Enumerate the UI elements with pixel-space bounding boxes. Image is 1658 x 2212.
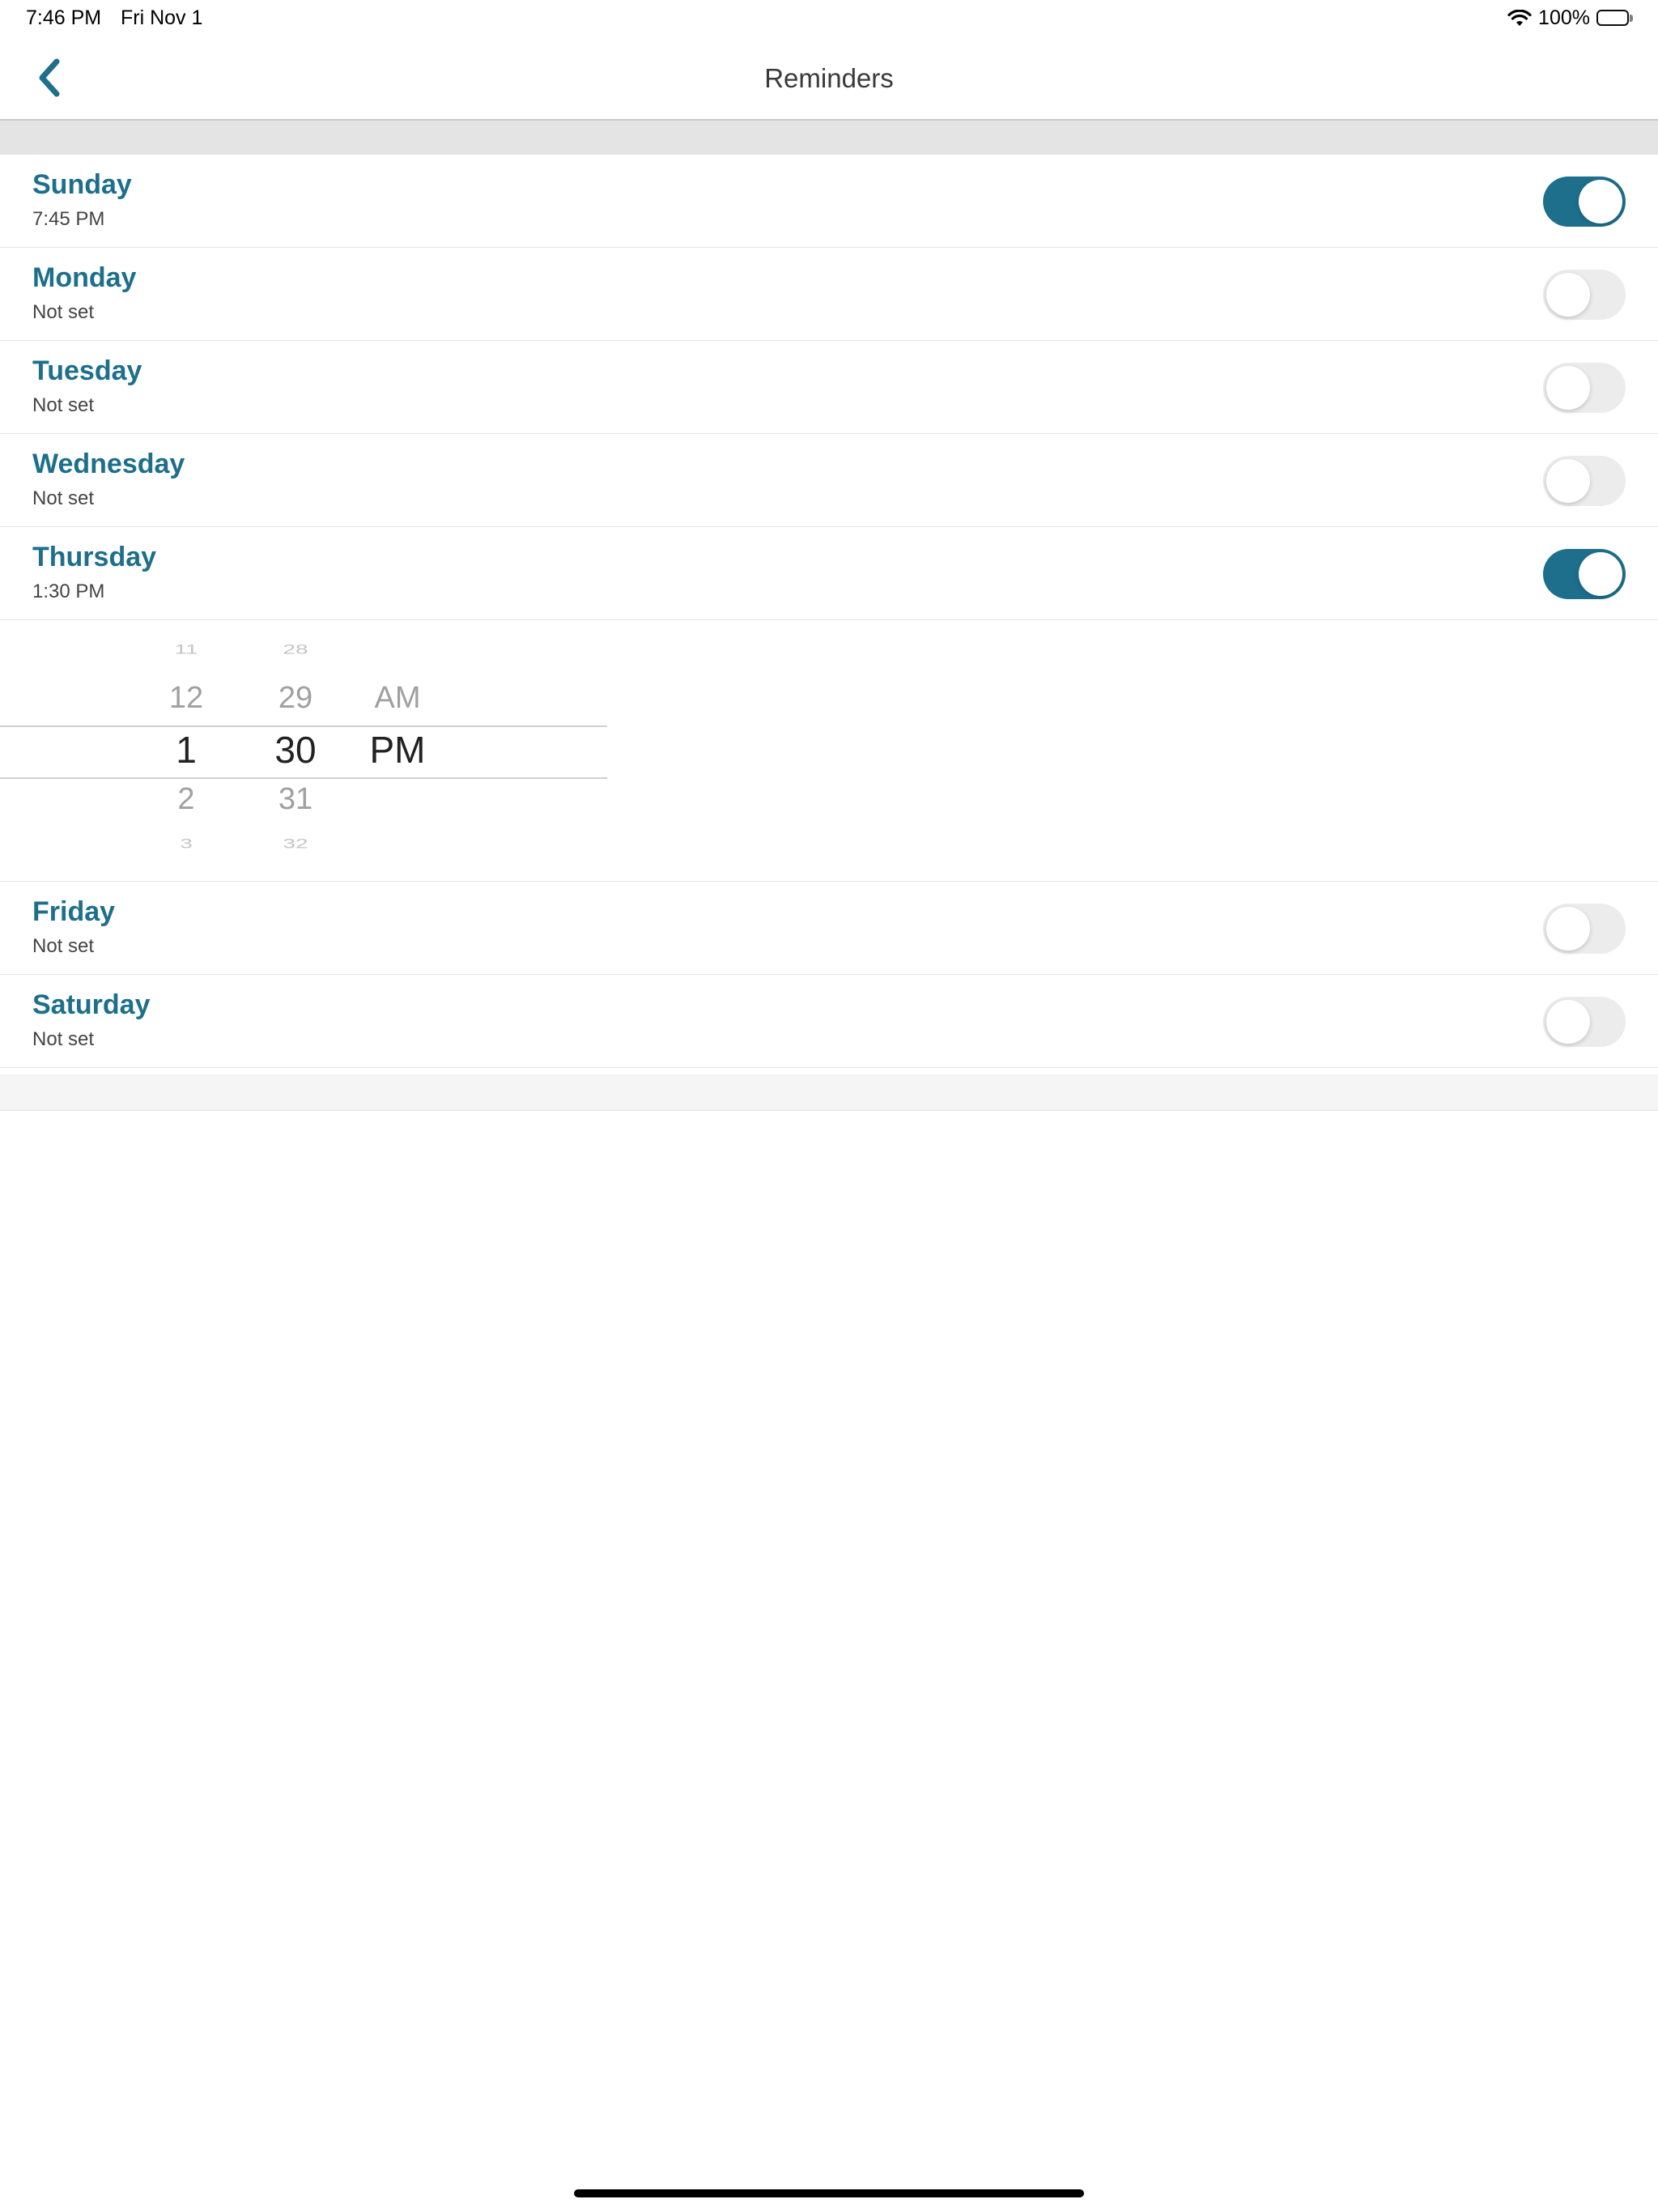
status-time: 7:46 PM [26, 6, 102, 29]
status-bar: 7:46 PM Fri Nov 1 100% [0, 0, 1658, 39]
reminder-time: Not set [32, 487, 95, 509]
day-label: Friday [32, 896, 116, 927]
toggle-knob [1579, 180, 1622, 223]
toggle-knob [1579, 552, 1622, 596]
minute-option[interactable]: 29 [251, 681, 340, 716]
reminder-row-saturday[interactable]: Saturday Not set [0, 975, 1658, 1068]
reminder-row-sunday[interactable]: Sunday 7:45 PM [0, 155, 1658, 248]
hour-option[interactable]: 11 [142, 641, 231, 657]
page-title: Reminders [764, 63, 894, 93]
hour-wheel[interactable]: 11 12 1 2 3 [142, 620, 231, 882]
period-option[interactable]: AM [353, 681, 442, 716]
reminder-time: Not set [32, 301, 95, 323]
day-label: Tuesday [32, 355, 142, 386]
reminder-time: 1:30 PM [32, 581, 105, 602]
reminder-time: Not set [32, 394, 95, 416]
minute-selected[interactable]: 30 [251, 728, 340, 772]
reminder-time: Not set [32, 935, 95, 957]
battery-percent: 100% [1538, 6, 1590, 29]
minute-option[interactable]: 32 [251, 836, 340, 851]
reminder-time: Not set [32, 1028, 95, 1050]
status-date: Fri Nov 1 [121, 6, 203, 29]
wednesday-toggle[interactable] [1543, 456, 1626, 506]
monday-toggle[interactable] [1543, 270, 1626, 320]
toggle-knob [1546, 273, 1590, 317]
hour-option[interactable]: 2 [142, 782, 231, 817]
battery-icon [1596, 9, 1634, 28]
section-footer [0, 1074, 1658, 1111]
hour-option[interactable]: 3 [142, 836, 231, 851]
status-indicators: 100% [1507, 6, 1634, 30]
saturday-toggle[interactable] [1543, 997, 1626, 1047]
reminders-screen: 7:46 PM Fri Nov 1 100% Reminders Sunday … [0, 0, 1658, 2212]
friday-toggle[interactable] [1543, 904, 1626, 954]
thursday-toggle[interactable] [1543, 549, 1626, 599]
reminder-row-thursday[interactable]: Thursday 1:30 PM [0, 527, 1658, 620]
period-wheel[interactable]: AM PM [353, 620, 442, 882]
section-header [0, 121, 1658, 155]
minute-option[interactable]: 28 [251, 641, 340, 657]
wifi-icon [1507, 9, 1532, 28]
day-label: Monday [32, 262, 137, 293]
hour-selected[interactable]: 1 [142, 728, 231, 772]
hour-option[interactable]: 12 [142, 681, 231, 716]
toggle-knob [1546, 907, 1590, 951]
reminder-list: Sunday 7:45 PM Monday Not set Tuesday No… [0, 155, 1658, 1068]
day-label: Wednesday [32, 449, 185, 479]
tuesday-toggle[interactable] [1543, 363, 1626, 413]
home-indicator[interactable] [574, 2189, 1084, 2197]
day-label: Saturday [32, 989, 151, 1020]
navigation-bar: Reminders [0, 39, 1658, 121]
period-selected[interactable]: PM [353, 728, 442, 772]
toggle-knob [1546, 1000, 1590, 1044]
time-picker[interactable]: 11 12 1 2 3 28 29 30 31 32 AM PM [0, 620, 1658, 882]
reminder-row-monday[interactable]: Monday Not set [0, 248, 1658, 341]
minute-wheel[interactable]: 28 29 30 31 32 [251, 620, 340, 882]
reminder-row-friday[interactable]: Friday Not set [0, 882, 1658, 975]
reminder-time: 7:45 PM [32, 208, 105, 230]
reminder-row-tuesday[interactable]: Tuesday Not set [0, 341, 1658, 434]
minute-option[interactable]: 31 [251, 782, 340, 817]
day-label: Thursday [32, 542, 157, 572]
day-label: Sunday [32, 169, 132, 200]
sunday-toggle[interactable] [1543, 177, 1626, 227]
toggle-knob [1546, 459, 1590, 503]
toggle-knob [1546, 366, 1590, 410]
reminder-row-wednesday[interactable]: Wednesday Not set [0, 434, 1658, 527]
